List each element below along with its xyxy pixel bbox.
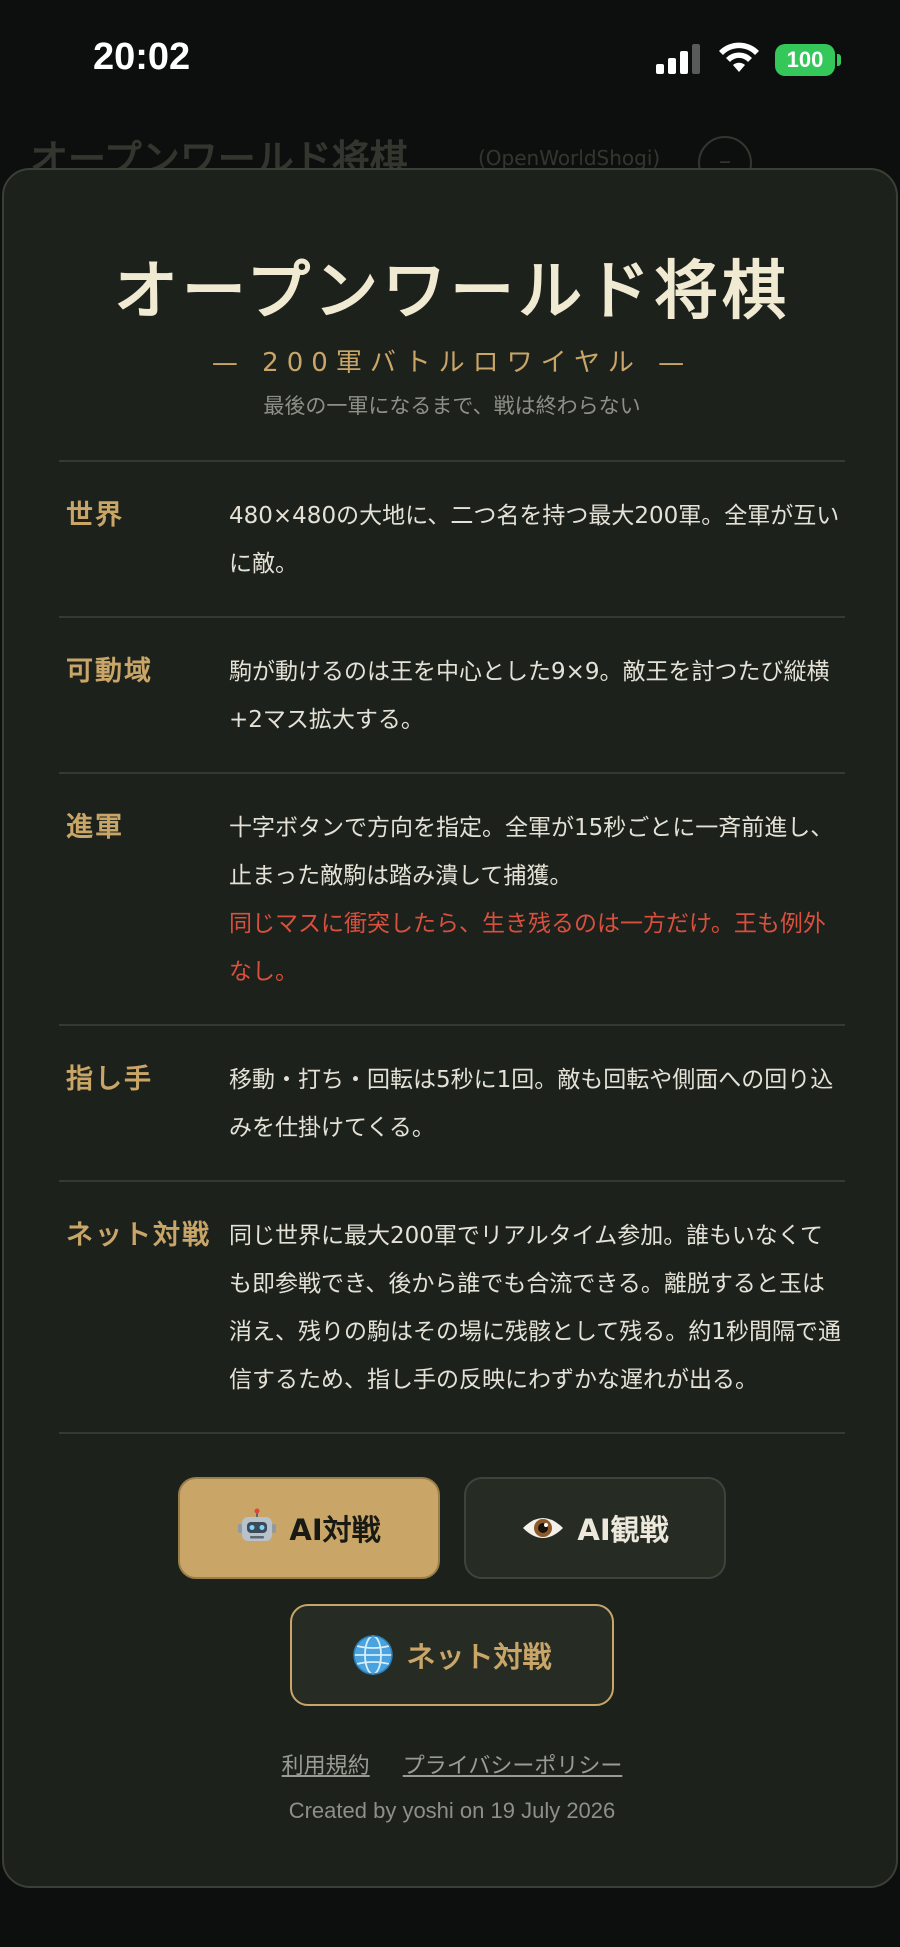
- rule-row-range: 可動域 駒が動けるのは王を中心とした9×9。敵王を討つたび縦横+2マス拡大する。: [59, 616, 845, 772]
- footer-links: 利用規約 プライバシーポリシー: [4, 1748, 900, 1780]
- rule-text: 十字ボタンで方向を指定。全軍が15秒ごとに一斉前進し、止まった敵駒は踏み潰して捕…: [229, 804, 845, 996]
- status-time: 20:02: [93, 36, 191, 78]
- terms-link[interactable]: 利用規約: [282, 1754, 370, 1779]
- rule-row-online: ネット対戦 同じ世界に最大200軍でリアルタイム参加。誰もいなくても即参戦でき、…: [59, 1180, 845, 1434]
- robot-icon: [238, 1508, 277, 1541]
- privacy-link[interactable]: プライバシーポリシー: [403, 1754, 623, 1779]
- net-battle-button[interactable]: ネット対戦: [290, 1604, 614, 1706]
- net-battle-label: ネット対戦: [406, 1640, 552, 1674]
- rule-row-world: 世界 480×480の大地に、二つ名を持つ最大200軍。全軍が互いに敵。: [59, 460, 845, 616]
- ai-watch-button[interactable]: AI観戦: [464, 1477, 726, 1579]
- rule-description: 移動・打ち・回転は5秒に1回。敵も回転や側面への回り込みを仕掛けてくる。: [229, 1067, 834, 1141]
- rule-text: 480×480の大地に、二つ名を持つ最大200軍。全軍が互いに敵。: [229, 492, 845, 588]
- rules-modal: オープンワールド将棋 — 200軍バトルロワイヤル — 最後の一軍になるまで、戦…: [2, 168, 898, 1888]
- wifi-icon: [719, 42, 759, 72]
- ai-battle-button[interactable]: AI対戦: [178, 1477, 440, 1579]
- modal-tagline: — 200軍バトルロワイヤル —: [211, 348, 693, 378]
- rule-text: 移動・打ち・回転は5秒に1回。敵も回転や側面への回り込みを仕掛けてくる。: [229, 1056, 845, 1152]
- rule-description: 十字ボタンで方向を指定。全軍が15秒ごとに一斉前進し、止まった敵駒は踏み潰して捕…: [229, 815, 834, 889]
- rule-text: 同じ世界に最大200軍でリアルタイム参加。誰もいなくても即参戦でき、後から誰でも…: [229, 1212, 845, 1404]
- globe-icon: [353, 1635, 394, 1675]
- rule-label: 指し手: [66, 1064, 153, 1095]
- rule-warning: 同じマスに衝突したら、生き残るのは一方だけ。王も例外なし。: [229, 911, 826, 985]
- ai-watch-label: AI観戦: [577, 1513, 669, 1547]
- rule-label: 可動域: [66, 656, 153, 687]
- rule-label: ネット対戦: [66, 1220, 211, 1251]
- rule-label: 進軍: [66, 812, 124, 843]
- battery-tip: [837, 54, 841, 66]
- ai-battle-label: AI対戦: [289, 1513, 381, 1547]
- battery-icon: 100: [775, 44, 835, 76]
- rule-row-advance: 進軍 十字ボタンで方向を指定。全軍が15秒ごとに一斉前進し、止まった敵駒は踏み潰…: [59, 772, 845, 1024]
- status-bar: 20:02 100: [0, 0, 900, 120]
- rule-row-moves: 指し手 移動・打ち・回転は5秒に1回。敵も回転や側面への回り込みを仕掛けてくる。: [59, 1024, 845, 1180]
- signal-icon: [656, 44, 700, 74]
- rule-description: 同じ世界に最大200軍でリアルタイム参加。誰もいなくても即参戦でき、後から誰でも…: [229, 1223, 841, 1393]
- background-subtitle: (OpenWorldShogi): [478, 146, 661, 170]
- credit-text: Created by yoshi on 19 July 2026: [288, 1798, 616, 1823]
- rules-list: 世界 480×480の大地に、二つ名を持つ最大200軍。全軍が互いに敵。 可動域…: [59, 460, 845, 1434]
- eye-icon: [523, 1518, 564, 1538]
- modal-title: オープンワールド将棋: [113, 254, 791, 329]
- rule-text: 駒が動けるのは王を中心とした9×9。敵王を討つたび縦横+2マス拡大する。: [229, 648, 845, 744]
- app-screen: 20:02 100 オープンワールド将棋 (OpenWorldShogi) – …: [0, 0, 900, 1947]
- rule-description: 駒が動けるのは王を中心とした9×9。敵王を討つたび縦横+2マス拡大する。: [229, 659, 830, 733]
- modal-subtitle: 最後の一軍になるまで、戦は終わらない: [263, 394, 641, 418]
- rule-description: 480×480の大地に、二つ名を持つ最大200軍。全軍が互いに敵。: [229, 503, 840, 577]
- rule-label: 世界: [66, 500, 124, 531]
